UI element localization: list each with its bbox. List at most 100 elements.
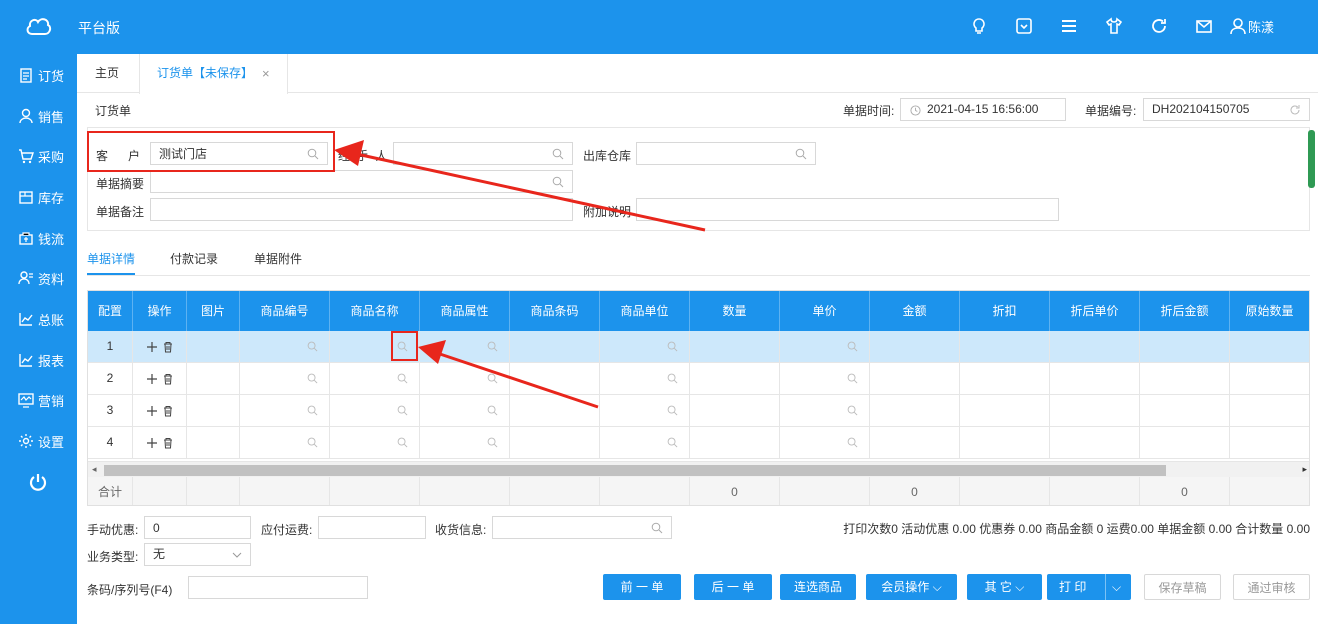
- table-cell[interactable]: [780, 427, 870, 459]
- select-products-button[interactable]: 连选商品: [780, 574, 856, 600]
- next-order-button[interactable]: 后 一 单: [694, 574, 772, 600]
- table-cell[interactable]: [960, 395, 1050, 427]
- summary-field[interactable]: [150, 170, 573, 193]
- trash-icon[interactable]: [162, 373, 174, 385]
- sidebar-item-ledger[interactable]: 总账: [18, 308, 64, 330]
- add-row-icon[interactable]: [146, 373, 158, 385]
- table-cell[interactable]: [780, 395, 870, 427]
- add-row-icon[interactable]: [146, 341, 158, 353]
- warehouse-input[interactable]: [645, 143, 815, 164]
- dropdown-box-icon[interactable]: [1013, 15, 1035, 37]
- print-dropdown-icon[interactable]: ⌵: [1105, 574, 1121, 600]
- column-header[interactable]: 商品编号: [240, 291, 330, 331]
- approve-button[interactable]: 通过审核: [1233, 574, 1310, 600]
- tab-detail[interactable]: 单据详情: [87, 250, 136, 275]
- table-cell[interactable]: [1140, 331, 1230, 363]
- table-cell[interactable]: [1230, 363, 1309, 395]
- table-cell[interactable]: [870, 427, 960, 459]
- sidebar-item-money[interactable]: 钱流: [18, 227, 64, 249]
- table-cell[interactable]: [780, 331, 870, 363]
- column-header[interactable]: 折后单价: [1050, 291, 1140, 331]
- table-row[interactable]: 4: [88, 427, 1309, 459]
- refresh-icon[interactable]: [1148, 15, 1170, 37]
- column-header[interactable]: 商品单位: [600, 291, 690, 331]
- table-row[interactable]: 1: [88, 331, 1309, 363]
- search-icon[interactable]: [552, 148, 564, 160]
- handler-field[interactable]: [393, 142, 573, 165]
- table-row[interactable]: 2: [88, 363, 1309, 395]
- add-row-icon[interactable]: [146, 437, 158, 449]
- table-cell[interactable]: [510, 363, 600, 395]
- sidebar-item-sales[interactable]: 销售: [18, 105, 64, 127]
- tab-order-unsaved[interactable]: 订货单【未保存】 ×: [139, 54, 288, 94]
- table-cell[interactable]: [1140, 395, 1230, 427]
- extra-input[interactable]: [645, 199, 1058, 220]
- column-header[interactable]: 数量: [690, 291, 780, 331]
- menu-icon[interactable]: [1058, 15, 1080, 37]
- table-cell[interactable]: [330, 395, 420, 427]
- table-cell[interactable]: [960, 331, 1050, 363]
- table-cell[interactable]: [1230, 395, 1309, 427]
- sidebar-item-marketing[interactable]: 营销: [18, 389, 64, 411]
- table-cell[interactable]: [1050, 427, 1140, 459]
- add-row-icon[interactable]: [146, 405, 158, 417]
- print-button[interactable]: 打 印 ⌵: [1047, 574, 1131, 600]
- tab-home[interactable]: 主页: [95, 54, 119, 93]
- table-cell[interactable]: [420, 427, 510, 459]
- table-cell[interactable]: [330, 363, 420, 395]
- manual-disc-field[interactable]: [144, 516, 251, 539]
- table-cell[interactable]: [420, 331, 510, 363]
- refresh-small-icon[interactable]: [1289, 104, 1301, 116]
- sidebar-item-profile[interactable]: 资料: [18, 267, 64, 289]
- table-cell[interactable]: [690, 427, 780, 459]
- table-cell[interactable]: [1140, 363, 1230, 395]
- column-header[interactable]: 商品条码: [510, 291, 600, 331]
- mail-icon[interactable]: [1193, 15, 1215, 37]
- power-icon[interactable]: [28, 472, 48, 492]
- freight-input[interactable]: [327, 517, 425, 538]
- column-header[interactable]: 图片: [187, 291, 240, 331]
- table-cell[interactable]: [1230, 427, 1309, 459]
- column-header[interactable]: 单价: [780, 291, 870, 331]
- column-header[interactable]: 商品属性: [420, 291, 510, 331]
- shirt-icon[interactable]: [1103, 15, 1125, 37]
- time-field[interactable]: 2021-04-15 16:56:00: [900, 98, 1066, 121]
- sidebar-item-inventory[interactable]: 库存: [18, 186, 64, 208]
- table-cell[interactable]: [1050, 395, 1140, 427]
- sidebar-item-report[interactable]: 报表: [18, 349, 64, 371]
- column-header[interactable]: 原始数量: [1230, 291, 1309, 331]
- table-cell[interactable]: [870, 331, 960, 363]
- warehouse-field[interactable]: [636, 142, 816, 165]
- table-cell[interactable]: [1140, 427, 1230, 459]
- scroll-right-icon[interactable]: ▸: [1302, 464, 1307, 475]
- table-cell[interactable]: [600, 395, 690, 427]
- tab-payment[interactable]: 付款记录: [170, 250, 218, 267]
- vertical-scrollbar[interactable]: [1308, 130, 1315, 188]
- table-cell[interactable]: [510, 331, 600, 363]
- scroll-left-icon[interactable]: ◂: [92, 464, 97, 475]
- user-menu[interactable]: 陈漾: [1229, 17, 1274, 36]
- other-button[interactable]: 其 它 ⌵: [967, 574, 1042, 600]
- trash-icon[interactable]: [162, 341, 174, 353]
- receive-field[interactable]: [492, 516, 672, 539]
- tab-attachment[interactable]: 单据附件: [254, 250, 302, 267]
- table-cell[interactable]: [870, 395, 960, 427]
- barcode-field[interactable]: [188, 576, 368, 599]
- lightbulb-icon[interactable]: [968, 15, 990, 37]
- column-header[interactable]: 折扣: [960, 291, 1050, 331]
- handler-input[interactable]: [402, 143, 572, 164]
- column-header[interactable]: 操作: [133, 291, 187, 331]
- table-row[interactable]: 3: [88, 395, 1309, 427]
- table-cell[interactable]: [870, 363, 960, 395]
- table-cell[interactable]: [600, 363, 690, 395]
- table-cell[interactable]: [420, 363, 510, 395]
- table-cell[interactable]: [420, 395, 510, 427]
- freight-field[interactable]: [318, 516, 426, 539]
- table-cell[interactable]: [690, 363, 780, 395]
- table-cell[interactable]: [1050, 363, 1140, 395]
- barcode-input[interactable]: [197, 577, 367, 598]
- manual-disc-input[interactable]: [153, 517, 250, 538]
- table-cell[interactable]: [1230, 331, 1309, 363]
- trash-icon[interactable]: [162, 405, 174, 417]
- close-icon[interactable]: ×: [262, 54, 270, 93]
